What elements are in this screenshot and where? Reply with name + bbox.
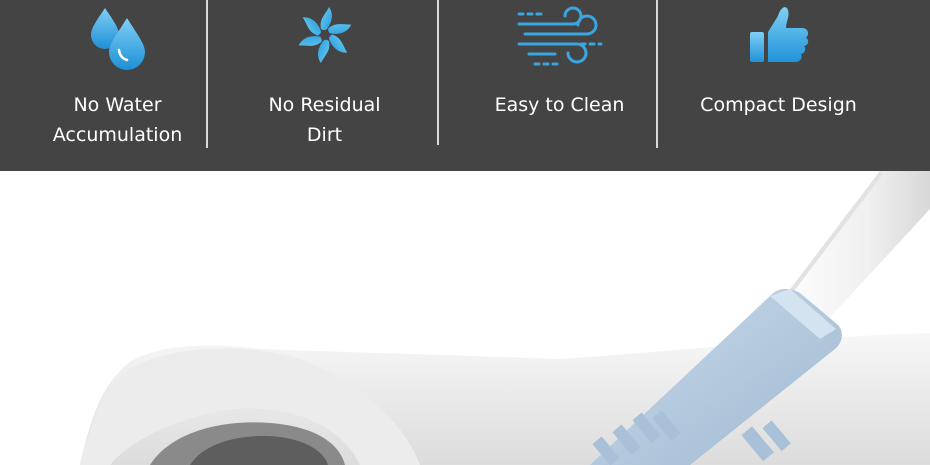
label-line-1: Compact Design	[700, 94, 857, 116]
feature-banner: No Water Accumulation No Residual Dirt E…	[0, 0, 930, 171]
wind-icon	[517, 6, 602, 66]
feature-easy-to-clean: Easy to Clean	[467, 0, 652, 171]
divider	[437, 0, 439, 145]
label-line-2: Accumulation	[52, 124, 183, 146]
label-line-1: No Residual	[268, 94, 381, 116]
divider	[206, 0, 208, 148]
product-photo	[0, 171, 930, 465]
feature-no-water: No Water Accumulation	[25, 0, 210, 171]
label-line-1: No Water	[73, 94, 162, 116]
thumbs-up-icon	[749, 7, 808, 62]
swirl-fan-icon	[298, 7, 351, 63]
feature-compact-design: Compact Design	[686, 0, 871, 171]
label-line-1: Easy to Clean	[494, 94, 625, 116]
feature-no-residual: No Residual Dirt	[232, 0, 417, 171]
water-drops-icon	[90, 8, 145, 70]
divider	[656, 0, 658, 148]
feature-label: Easy to Clean	[467, 90, 652, 120]
feature-label: No Residual Dirt	[232, 90, 417, 150]
feature-label: No Water Accumulation	[25, 90, 210, 150]
label-line-2: Dirt	[306, 124, 343, 146]
feature-label: Compact Design	[686, 90, 871, 120]
